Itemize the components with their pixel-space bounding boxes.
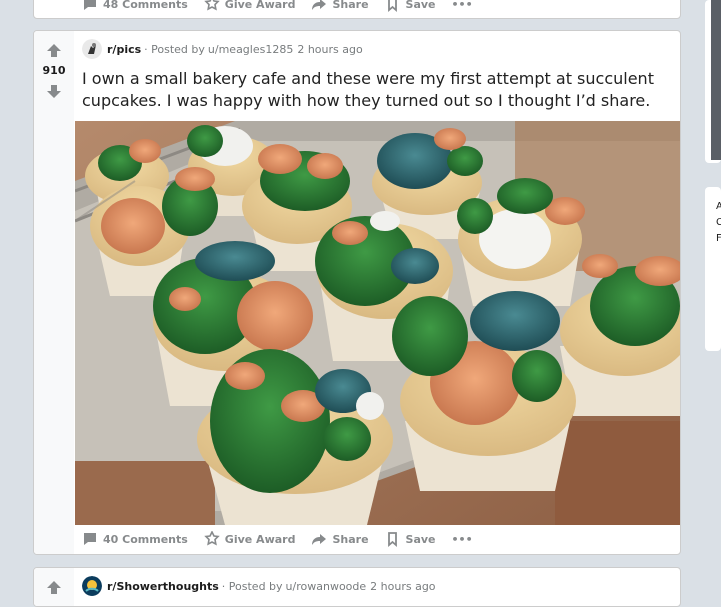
share-label: Share [332, 0, 369, 11]
save-label: Save [405, 532, 436, 546]
give-award-label: Give Award [224, 0, 296, 11]
award-icon [204, 531, 220, 546]
subreddit-link[interactable]: r/pics [107, 43, 141, 56]
vote-score: 910 [42, 64, 66, 77]
post-time[interactable]: 2 hours ago [370, 580, 435, 593]
downvote-icon[interactable] [46, 83, 62, 99]
next-post-card[interactable]: r/Showerthoughts · Posted by u/rowanwood… [33, 567, 681, 607]
author-link[interactable]: u/meagles1285 [208, 43, 293, 56]
sidebar-image [711, 0, 721, 160]
share-label: Share [332, 532, 369, 546]
share-icon [312, 0, 327, 10]
posted-by-prefix: · Posted by [144, 42, 205, 56]
comment-icon [84, 0, 96, 10]
post-title[interactable]: I own a small bakery cafe and these were… [82, 68, 680, 112]
award-icon [204, 0, 220, 11]
sidebar-image-card[interactable] [705, 0, 721, 163]
cupcake-front-right [392, 291, 576, 491]
more-icon: ••• [451, 0, 473, 11]
give-award-button[interactable]: Give Award [196, 0, 304, 16]
comments-button[interactable]: 48 Comments [74, 0, 196, 16]
sidebar-text-c: C [716, 217, 721, 228]
save-icon [387, 0, 397, 12]
author-link[interactable]: u/rowanwoode [286, 580, 367, 593]
post-action-bar: 40 Comments Give Award Share Save ••• [74, 523, 481, 554]
previous-post-action-bar: 48 Comments Give Award Share Save ••• [74, 0, 481, 18]
subreddit-icon [82, 576, 102, 596]
give-award-button[interactable]: Give Award [196, 527, 304, 551]
previous-post-card: 48 Comments Give Award Share Save ••• [33, 0, 681, 19]
sidebar-text-f: F [716, 233, 721, 244]
comments-label: 48 Comments [103, 0, 188, 11]
comment-icon [84, 533, 96, 545]
save-button[interactable]: Save [377, 0, 444, 16]
subreddit-avatar[interactable] [82, 39, 102, 59]
post-time[interactable]: 2 hours ago [297, 43, 362, 56]
give-award-label: Give Award [224, 532, 296, 546]
upvote-icon[interactable] [46, 580, 62, 596]
more-icon: ••• [451, 532, 473, 546]
subreddit-link[interactable]: r/Showerthoughts [107, 580, 219, 593]
subreddit-avatar[interactable] [82, 576, 102, 596]
posted-by-prefix: · Posted by [221, 579, 283, 593]
save-button[interactable]: Save [377, 527, 444, 551]
upvote-icon[interactable] [46, 43, 62, 59]
sidebar-text-card: A C F [705, 187, 721, 351]
sidebar-text-a: A [716, 201, 721, 212]
post-card[interactable]: 910 r/pics · Posted by u/meagles1285 2 h… [33, 30, 681, 555]
share-icon [312, 534, 327, 545]
vote-column [34, 568, 74, 606]
save-label: Save [405, 0, 436, 11]
share-button[interactable]: Share [303, 0, 376, 16]
save-icon [387, 532, 397, 547]
comments-button[interactable]: 40 Comments [74, 527, 196, 551]
more-options-button[interactable]: ••• [444, 0, 481, 16]
share-button[interactable]: Share [303, 527, 376, 551]
vote-column: 910 [34, 31, 74, 554]
subreddit-icon [82, 39, 102, 59]
succulent-cupcakes-image[interactable] [75, 121, 681, 525]
comments-label: 40 Comments [103, 532, 188, 546]
more-options-button[interactable]: ••• [444, 527, 481, 551]
post-meta: r/Showerthoughts · Posted by u/rowanwood… [82, 576, 436, 596]
post-meta: r/pics · Posted by u/meagles1285 2 hours… [82, 39, 363, 59]
